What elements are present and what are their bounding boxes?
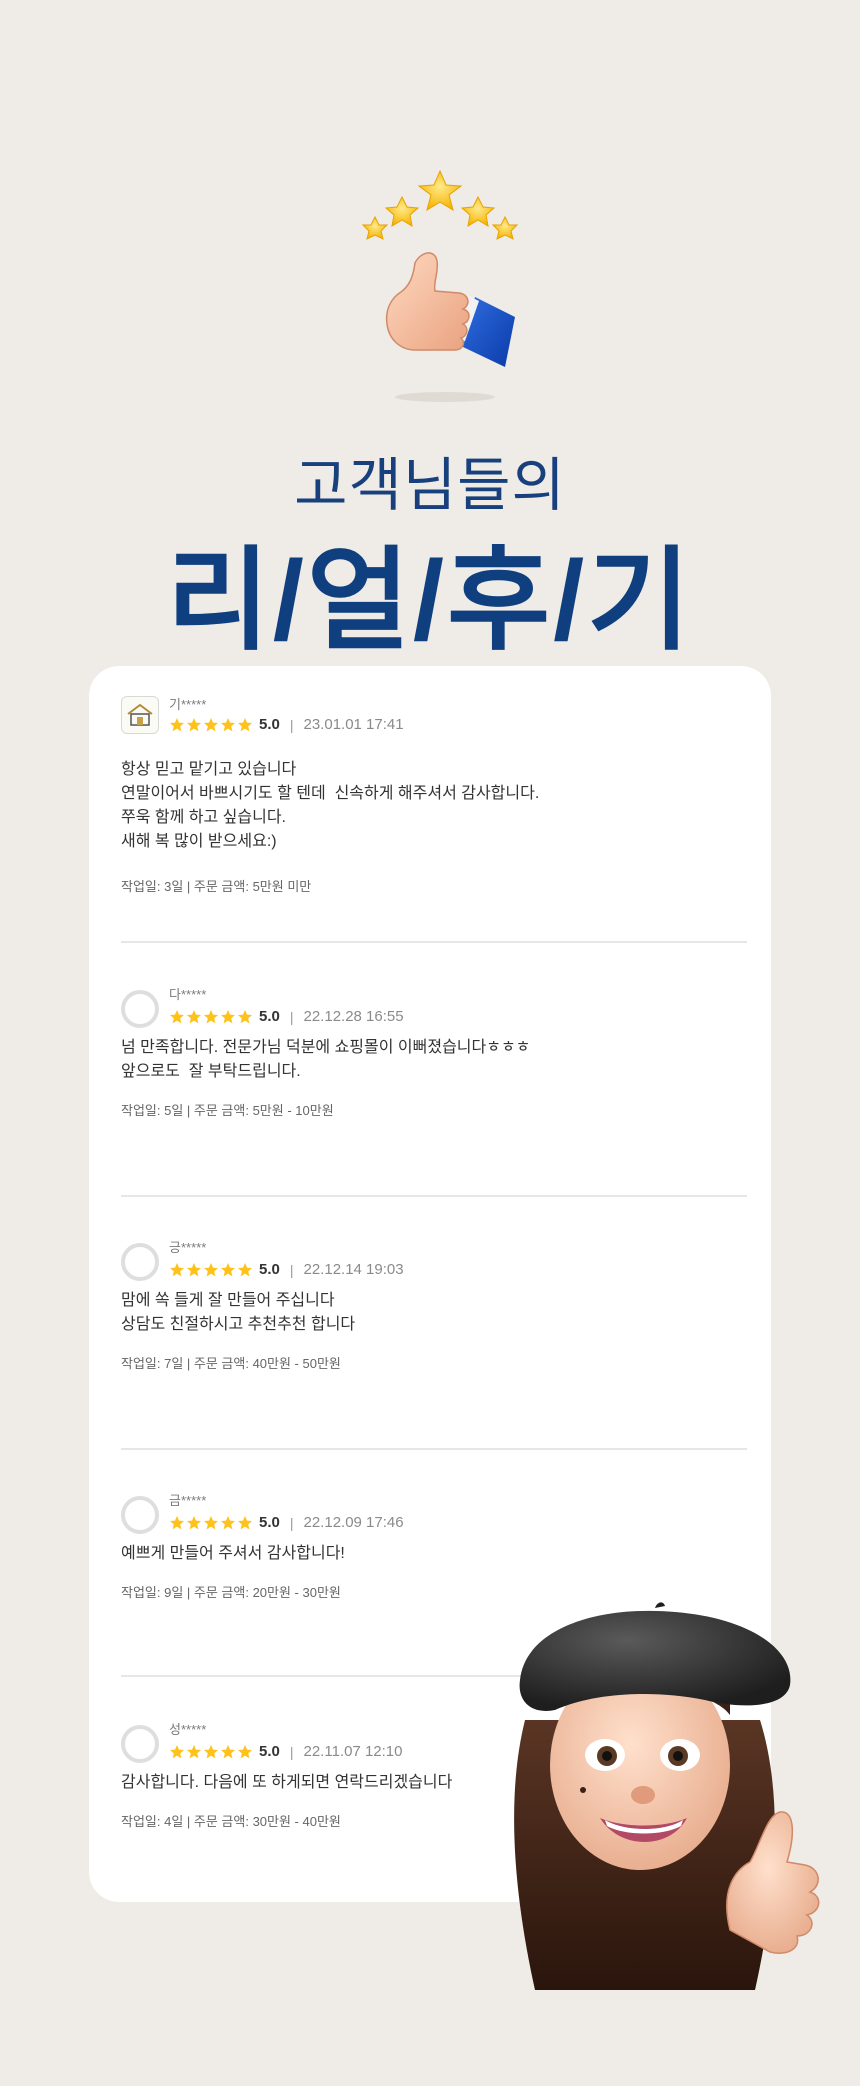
reviewer-name: 기*****: [169, 697, 207, 712]
review-text: 감사합니다. 다음에 또 하게되면 연락드리겠습니다: [121, 1774, 453, 1791]
review-date: 22.12.28 16:55: [303, 1008, 404, 1025]
order-info: 작업일: 7일 | 주문 금액: 40만원 - 50만원: [121, 1356, 341, 1371]
star-icon: [187, 1262, 201, 1276]
shop-logo-avatar: [121, 696, 159, 734]
review-meta: 5.0 | 22.12.28 16:55: [169, 1008, 404, 1025]
review-text: 맘에 쏙 들게 잘 만들어 주십니다 상담도 친절하시고 추천추천 합니다: [121, 1292, 356, 1333]
star-icon: [221, 1744, 235, 1758]
star-icon: [204, 1744, 218, 1758]
review-text: 예쁘게 만들어 주셔서 감사합니다!: [121, 1545, 345, 1562]
user-avatar-icon: [121, 1243, 159, 1281]
review-meta: 5.0 | 22.11.07 12:10: [169, 1743, 402, 1760]
star-icon: [170, 1744, 184, 1758]
reviewer-name: 성*****: [169, 1722, 207, 1737]
star-icon: [204, 1515, 218, 1529]
star-icon: [204, 1009, 218, 1023]
star-icon: [221, 1515, 235, 1529]
divider: [121, 1195, 747, 1197]
star-icon: [238, 1262, 252, 1276]
review-meta: 5.0 | 22.12.14 19:03: [169, 1261, 404, 1278]
thumbs-up-stars-icon: [361, 169, 519, 402]
star-icon: [170, 1009, 184, 1023]
rating-stars: [169, 1744, 253, 1760]
user-avatar-icon: [121, 990, 159, 1028]
star-icon: [170, 717, 184, 731]
reviewer-name: 다*****: [169, 987, 207, 1002]
house-logo-icon: [127, 703, 153, 726]
star-icon: [170, 1262, 184, 1276]
star-icon: [238, 1009, 252, 1023]
rating-score: 5.0: [259, 1008, 280, 1025]
order-info: 작업일: 9일 | 주문 금액: 20만원 - 30만원: [121, 1585, 341, 1600]
rating-score: 5.0: [259, 1514, 280, 1531]
star-icon: [238, 717, 252, 731]
order-info: 작업일: 3일 | 주문 금액: 5만원 미만: [121, 879, 312, 894]
rating-stars: [169, 717, 253, 733]
star-icon: [221, 717, 235, 731]
memoji-girl-thumbs-up-icon: [514, 1602, 820, 1990]
user-avatar-icon: [121, 1496, 159, 1534]
divider: [121, 941, 747, 943]
star-icon: [187, 717, 201, 731]
order-info: 작업일: 5일 | 주문 금액: 5만원 - 10만원: [121, 1103, 334, 1118]
review-meta: 5.0 | 23.01.01 17:41: [169, 716, 404, 733]
rating-score: 5.0: [259, 1261, 280, 1278]
rating-score: 5.0: [259, 716, 280, 733]
rating-stars: [169, 1515, 253, 1531]
star-icon: [238, 1744, 252, 1758]
review-date: 22.12.09 17:46: [303, 1514, 404, 1531]
star-icon: [221, 1009, 235, 1023]
review-date: 23.01.01 17:41: [303, 716, 404, 733]
reviewer-name: 금*****: [169, 1493, 207, 1508]
star-icon: [221, 1262, 235, 1276]
review-text: 항상 믿고 맡기고 있습니다 연말이어서 바쁘시기도 할 텐데 신속하게 해주셔…: [121, 761, 540, 850]
rating-stars: [169, 1009, 253, 1025]
review-date: 22.11.07 12:10: [303, 1743, 403, 1760]
page-title: 리/얼/후/기: [166, 538, 694, 663]
star-icon: [187, 1009, 201, 1023]
divider: [121, 1448, 747, 1450]
rating-score: 5.0: [259, 1743, 280, 1760]
star-icon: [204, 717, 218, 731]
review-text: 넘 만족합니다. 전문가님 덕분에 쇼핑몰이 이뻐졌습니다ㅎㅎㅎ 앞으로도 잘 …: [121, 1039, 531, 1080]
rating-stars: [169, 1262, 253, 1278]
reviewer-name: 긍*****: [169, 1240, 207, 1255]
review-date: 22.12.14 19:03: [303, 1261, 404, 1278]
star-icon: [204, 1262, 218, 1276]
order-info: 작업일: 4일 | 주문 금액: 30만원 - 40만원: [121, 1814, 341, 1829]
user-avatar-icon: [121, 1725, 159, 1763]
star-icon: [170, 1515, 184, 1529]
star-icon: [187, 1744, 201, 1758]
star-icon: [238, 1515, 252, 1529]
review-meta: 5.0 | 22.12.09 17:46: [169, 1514, 404, 1531]
star-icon: [187, 1515, 201, 1529]
